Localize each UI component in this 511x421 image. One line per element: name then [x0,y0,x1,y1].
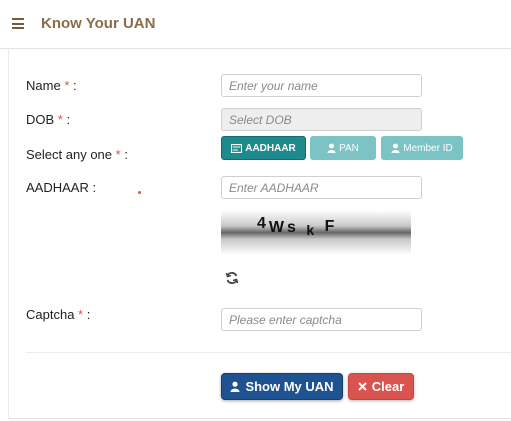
captcha-image-text: 4Ws k F [257,215,338,238]
page-header: Know Your UAN [0,0,511,49]
id-card-icon [231,143,243,153]
clear-button[interactable]: Clear [348,373,414,400]
show-my-uan-button[interactable]: Show My UAN [221,373,343,400]
aadhaar-input[interactable] [221,176,422,199]
close-icon [358,382,367,391]
user-icon [230,381,240,392]
aadhaar-label: AADHAAR : [26,180,97,195]
captcha-image: 4Ws k F [221,210,411,255]
divider [26,352,511,353]
required-dot [138,191,141,194]
user-icon [391,143,400,153]
select-any-label: Select any one * : [26,147,128,162]
aadhaar-option-button[interactable]: AADHAAR [221,136,306,160]
pan-option-button[interactable]: PAN [310,136,376,160]
captcha-label: Captcha * : [26,307,91,322]
captcha-input[interactable] [221,308,422,331]
user-icon [327,143,336,153]
page-title: Know Your UAN [41,15,156,32]
dob-label: DOB * : [26,112,71,127]
hamburger-icon[interactable] [12,18,24,29]
name-label: Name * : [26,78,77,93]
name-input[interactable] [221,74,422,97]
member-id-option-button[interactable]: Member ID [381,136,463,160]
dob-input[interactable] [221,108,422,131]
refresh-icon[interactable] [225,271,239,285]
